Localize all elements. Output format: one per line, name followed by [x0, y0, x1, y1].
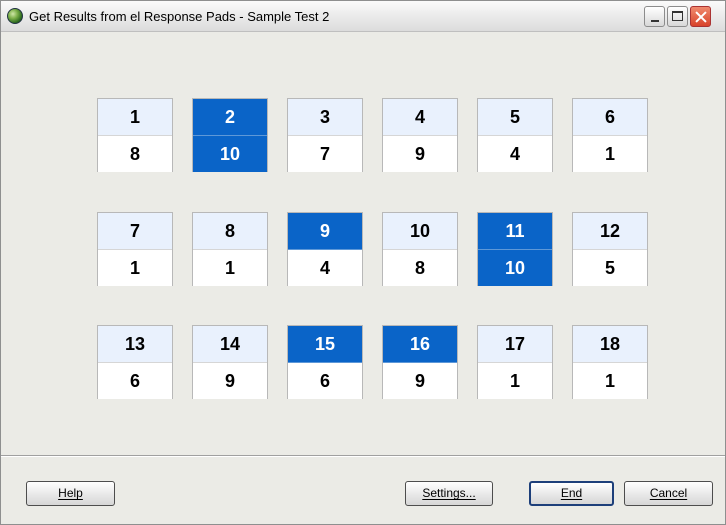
pad-value: 1: [478, 363, 552, 399]
pad-value: 9: [193, 363, 267, 399]
pad-value: 10: [193, 136, 267, 172]
response-pad: 1 8: [97, 98, 173, 172]
pad-value: 5: [573, 250, 647, 286]
pad-number: 16: [383, 326, 457, 363]
pad-number: 15: [288, 326, 362, 363]
cancel-button[interactable]: Cancel: [624, 481, 713, 506]
window-title: Get Results from el Response Pads - Samp…: [29, 9, 330, 24]
pad-number: 7: [98, 213, 172, 250]
pad-value: 1: [573, 136, 647, 172]
response-pad: 18 1: [572, 325, 648, 399]
pad-number: 5: [478, 99, 552, 136]
pad-number: 1: [98, 99, 172, 136]
pad-value: 6: [288, 363, 362, 399]
response-pad: 12 5: [572, 212, 648, 286]
help-button[interactable]: Help: [26, 481, 115, 506]
pad-number: 14: [193, 326, 267, 363]
pad-number: 13: [98, 326, 172, 363]
app-globe-icon: [7, 8, 23, 24]
response-pad: 8 1: [192, 212, 268, 286]
response-pad: 10 8: [382, 212, 458, 286]
pad-value: 1: [98, 250, 172, 286]
response-pad: 9 4: [287, 212, 363, 286]
pad-number: 3: [288, 99, 362, 136]
pad-number: 17: [478, 326, 552, 363]
pad-number: 9: [288, 213, 362, 250]
response-pad: 7 1: [97, 212, 173, 286]
pad-number: 8: [193, 213, 267, 250]
pad-grid: 1 8 2 10 3 7 4 9 5 4 6 1 7 1 8 1 9 4 10 …: [1, 32, 725, 456]
response-pad: 5 4: [477, 98, 553, 172]
response-pad: 4 9: [382, 98, 458, 172]
pad-value: 10: [478, 250, 552, 286]
pad-value: 7: [288, 136, 362, 172]
dialog-window: Get Results from el Response Pads - Samp…: [0, 0, 726, 525]
pad-number: 11: [478, 213, 552, 250]
pad-number: 2: [193, 99, 267, 136]
pad-value: 4: [478, 136, 552, 172]
pad-number: 12: [573, 213, 647, 250]
response-pad: 3 7: [287, 98, 363, 172]
title-bar[interactable]: Get Results from el Response Pads - Samp…: [1, 1, 725, 32]
pad-number: 10: [383, 213, 457, 250]
minimize-button[interactable]: [644, 6, 665, 27]
settings-button[interactable]: Settings...: [405, 481, 493, 506]
response-pad: 11 10: [477, 212, 553, 286]
pad-value: 6: [98, 363, 172, 399]
pad-value: 1: [193, 250, 267, 286]
response-pad: 6 1: [572, 98, 648, 172]
footer-divider: [1, 455, 725, 457]
response-pad: 15 6: [287, 325, 363, 399]
maximize-button[interactable]: [667, 6, 688, 27]
pad-number: 18: [573, 326, 647, 363]
pad-value: 9: [383, 136, 457, 172]
response-pad: 16 9: [382, 325, 458, 399]
response-pad: 2 10: [192, 98, 268, 172]
response-pad: 13 6: [97, 325, 173, 399]
pad-number: 4: [383, 99, 457, 136]
pad-number: 6: [573, 99, 647, 136]
response-pad: 14 9: [192, 325, 268, 399]
pad-value: 9: [383, 363, 457, 399]
pad-value: 8: [383, 250, 457, 286]
pad-value: 4: [288, 250, 362, 286]
response-pad: 17 1: [477, 325, 553, 399]
end-button[interactable]: End: [529, 481, 614, 506]
close-button[interactable]: [690, 6, 711, 27]
pad-value: 8: [98, 136, 172, 172]
pad-value: 1: [573, 363, 647, 399]
